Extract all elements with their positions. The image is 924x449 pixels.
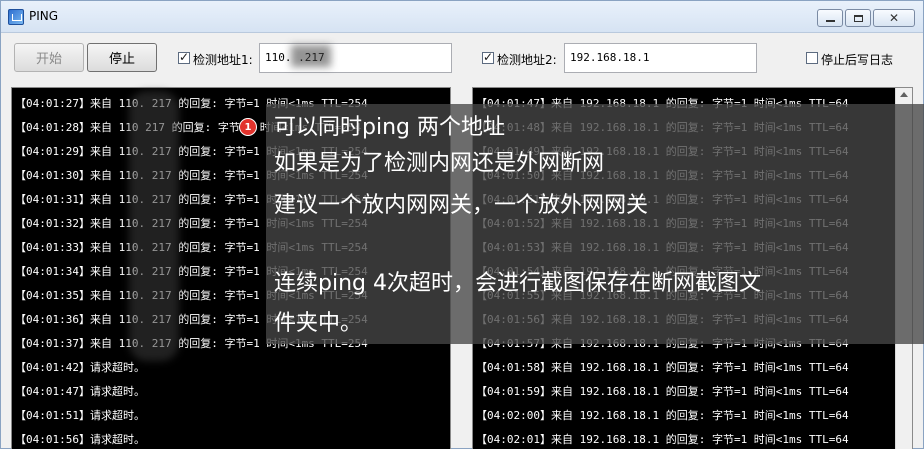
- minimize-button[interactable]: [817, 9, 843, 27]
- stop-button[interactable]: 停止: [87, 43, 157, 72]
- annotation-badge: 1: [239, 118, 257, 136]
- redaction-mask-log: [129, 91, 179, 361]
- log-line: 【04:02:01】来自 192.168.18.1 的回复: 字节=1 时间<1…: [476, 433, 849, 446]
- scroll-up-icon[interactable]: [900, 92, 908, 97]
- title-bar: PING ✕: [1, 1, 923, 33]
- log-line: 【04:01:51】请求超时。: [15, 409, 145, 422]
- log-line: 【04:01:58】来自 192.168.18.1 的回复: 字节=1 时间<1…: [476, 361, 849, 374]
- maximize-icon: [853, 14, 863, 22]
- window-controls: ✕: [817, 9, 915, 27]
- addr1-input[interactable]: 110. .217: [259, 43, 452, 73]
- annotation-line-1: 可以同时ping 两个地址: [274, 115, 505, 140]
- log-line: 【04:01:59】来自 192.168.18.1 的回复: 字节=1 时间<1…: [476, 385, 849, 398]
- annotation-line-2: 如果是为了检测内网还是外网断网: [274, 151, 605, 176]
- annotation-overlay: 可以同时ping 两个地址 如果是为了检测内网还是外网断网 建议一个放内网网关，…: [266, 104, 924, 344]
- annotation-line-4: 连续ping 4次超时，会进行截图保存在断网截图文: [274, 271, 761, 296]
- stop-log-checkbox[interactable]: [806, 52, 818, 64]
- app-icon: [8, 9, 24, 25]
- addr2-input[interactable]: 192.168.18.1: [564, 43, 757, 73]
- stop-log-label: 停止后写日志: [821, 53, 894, 67]
- window-title: PING: [29, 9, 59, 23]
- start-button[interactable]: 开始: [14, 43, 84, 72]
- log-line: 【04:01:42】请求超时。: [15, 361, 145, 374]
- annotation-line-3: 建议一个放内网网关，一个放外网网关: [274, 193, 649, 218]
- log-line: 【04:01:47】请求超时。: [15, 385, 145, 398]
- maximize-button[interactable]: [845, 9, 871, 27]
- log-line: 【04:01:56】请求超时。: [15, 433, 145, 446]
- addr2-checkbox[interactable]: [482, 50, 494, 64]
- close-button[interactable]: ✕: [873, 9, 915, 27]
- ping-window: PING ✕ 开始 停止 检测地址1: 110. .217 检测地址2: 192…: [0, 0, 924, 449]
- addr1-label: 检测地址1:: [193, 53, 253, 67]
- addr1-checkbox[interactable]: [178, 50, 190, 64]
- redaction-mask-input: [291, 45, 331, 67]
- log-line: 【04:02:00】来自 192.168.18.1 的回复: 字节=1 时间<1…: [476, 409, 849, 422]
- annotation-line-5: 件夹中。: [274, 311, 363, 336]
- toolbar: 开始 停止 检测地址1: 110. .217 检测地址2: 192.168.18…: [1, 34, 923, 84]
- minimize-icon: [825, 19, 835, 22]
- addr2-label: 检测地址2:: [497, 53, 557, 67]
- close-icon: ✕: [888, 11, 900, 25]
